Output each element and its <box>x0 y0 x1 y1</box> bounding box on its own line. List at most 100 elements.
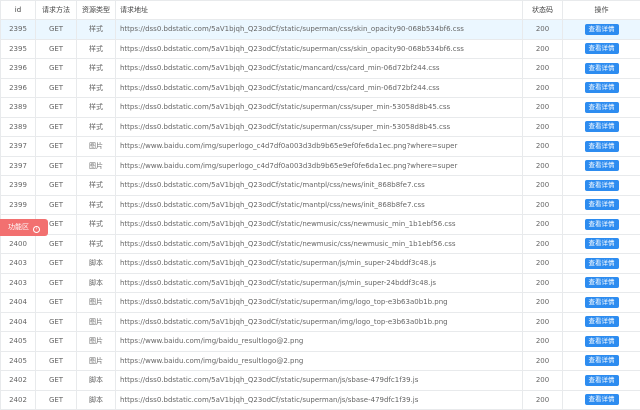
table-row[interactable]: 2404 GET 图片 https://dss0.bdstatic.com/5a… <box>1 312 640 332</box>
table-row[interactable]: 2403 GET 脚本 https://dss0.bdstatic.com/5a… <box>1 273 640 293</box>
cell-type: 样式 <box>77 215 116 235</box>
fab-label: 功能区 <box>8 223 29 231</box>
cell-action: 查看详情 <box>563 312 640 332</box>
cell-action: 查看详情 <box>563 234 640 254</box>
cell-type: 样式 <box>77 39 116 59</box>
cell-method: GET <box>36 78 77 98</box>
cell-id: 2400 <box>1 234 36 254</box>
view-details-button[interactable]: 查看详情 <box>585 199 619 210</box>
view-details-button[interactable]: 查看详情 <box>585 238 619 249</box>
cell-type: 样式 <box>77 234 116 254</box>
cell-id: 2389 <box>1 117 36 137</box>
cell-url: https://dss0.bdstatic.com/5aV1bjqh_Q23od… <box>116 117 523 137</box>
table-row[interactable]: 2405 GET 图片 https://www.baidu.com/img/ba… <box>1 332 640 352</box>
cell-type: 图片 <box>77 312 116 332</box>
cell-type: 图片 <box>77 332 116 352</box>
cell-status: 200 <box>523 176 563 196</box>
cell-status: 200 <box>523 137 563 157</box>
cell-action: 查看详情 <box>563 137 640 157</box>
cell-type: 样式 <box>77 98 116 118</box>
cell-url: https://dss0.bdstatic.com/5aV1bjqh_Q23od… <box>116 254 523 274</box>
cell-action: 查看详情 <box>563 254 640 274</box>
cell-url: https://dss0.bdstatic.com/5aV1bjqh_Q23od… <box>116 273 523 293</box>
cell-id: 2396 <box>1 59 36 79</box>
table-row[interactable]: 2396 GET 样式 https://dss0.bdstatic.com/5a… <box>1 59 640 79</box>
cell-status: 200 <box>523 39 563 59</box>
cell-url: https://dss0.bdstatic.com/5aV1bjqh_Q23od… <box>116 195 523 215</box>
cell-status: 200 <box>523 156 563 176</box>
cell-status: 200 <box>523 215 563 235</box>
cell-status: 200 <box>523 371 563 391</box>
view-details-button[interactable]: 查看详情 <box>585 258 619 269</box>
view-details-button[interactable]: 查看详情 <box>585 180 619 191</box>
cell-method: GET <box>36 39 77 59</box>
cell-type: 样式 <box>77 78 116 98</box>
cell-action: 查看详情 <box>563 176 640 196</box>
cell-method: GET <box>36 59 77 79</box>
cell-method: GET <box>36 371 77 391</box>
view-details-button[interactable]: 查看详情 <box>585 355 619 366</box>
view-details-button[interactable]: 查看详情 <box>585 297 619 308</box>
table-row[interactable]: 2404 GET 图片 https://dss0.bdstatic.com/5a… <box>1 293 640 313</box>
table-row[interactable]: 2400 GET 样式 https://dss0.bdstatic.com/5a… <box>1 215 640 235</box>
view-details-button[interactable]: 查看详情 <box>585 316 619 327</box>
header-id: id <box>1 1 36 20</box>
table-row[interactable]: 2396 GET 样式 https://dss0.bdstatic.com/5a… <box>1 78 640 98</box>
cell-action: 查看详情 <box>563 273 640 293</box>
cell-url: https://dss0.bdstatic.com/5aV1bjqh_Q23od… <box>116 59 523 79</box>
cell-status: 200 <box>523 273 563 293</box>
cell-method: GET <box>36 273 77 293</box>
view-details-button[interactable]: 查看详情 <box>585 336 619 347</box>
view-details-button[interactable]: 查看详情 <box>585 121 619 132</box>
table-row[interactable]: 2399 GET 样式 https://dss0.bdstatic.com/5a… <box>1 176 640 196</box>
view-details-button[interactable]: 查看详情 <box>585 43 619 54</box>
table-row[interactable]: 2395 GET 样式 https://dss0.bdstatic.com/5a… <box>1 20 640 40</box>
cell-method: GET <box>36 234 77 254</box>
view-details-button[interactable]: 查看详情 <box>585 102 619 113</box>
table-row[interactable]: 2403 GET 脚本 https://dss0.bdstatic.com/5a… <box>1 254 640 274</box>
cell-id: 2395 <box>1 39 36 59</box>
view-details-button[interactable]: 查看详情 <box>585 24 619 35</box>
cell-method: GET <box>36 98 77 118</box>
cell-url: https://dss0.bdstatic.com/5aV1bjqh_Q23od… <box>116 293 523 313</box>
request-table: id 请求方法 资源类型 请求地址 状态码 操作 2395 GET 样式 htt… <box>0 0 640 410</box>
cell-url: https://dss0.bdstatic.com/5aV1bjqh_Q23od… <box>116 371 523 391</box>
function-area-button[interactable]: 功能区 › <box>0 219 48 236</box>
table-row[interactable]: 2389 GET 样式 https://dss0.bdstatic.com/5a… <box>1 98 640 118</box>
view-details-button[interactable]: 查看详情 <box>585 141 619 152</box>
table-row[interactable]: 2395 GET 样式 https://dss0.bdstatic.com/5a… <box>1 39 640 59</box>
cell-action: 查看详情 <box>563 293 640 313</box>
cell-action: 查看详情 <box>563 78 640 98</box>
cell-type: 脚本 <box>77 254 116 274</box>
table-row[interactable]: 2405 GET 图片 https://www.baidu.com/img/ba… <box>1 351 640 371</box>
cell-status: 200 <box>523 293 563 313</box>
header-action: 操作 <box>563 1 640 20</box>
view-details-button[interactable]: 查看详情 <box>585 375 619 386</box>
cell-url: https://dss0.bdstatic.com/5aV1bjqh_Q23od… <box>116 78 523 98</box>
cell-status: 200 <box>523 351 563 371</box>
header-method: 请求方法 <box>36 1 77 20</box>
circle-arrow-icon: › <box>33 226 40 233</box>
table-row[interactable]: 2397 GET 图片 https://www.baidu.com/img/su… <box>1 156 640 176</box>
table-row[interactable]: 2402 GET 脚本 https://dss0.bdstatic.com/5a… <box>1 371 640 391</box>
cell-status: 200 <box>523 98 563 118</box>
table-row[interactable]: 2400 GET 样式 https://dss0.bdstatic.com/5a… <box>1 234 640 254</box>
view-details-button[interactable]: 查看详情 <box>585 63 619 74</box>
table-row[interactable]: 2389 GET 样式 https://dss0.bdstatic.com/5a… <box>1 117 640 137</box>
cell-id: 2397 <box>1 137 36 157</box>
view-details-button[interactable]: 查看详情 <box>585 277 619 288</box>
table-row[interactable]: 2399 GET 样式 https://dss0.bdstatic.com/5a… <box>1 195 640 215</box>
view-details-button[interactable]: 查看详情 <box>585 219 619 230</box>
cell-id: 2395 <box>1 20 36 40</box>
cell-url: https://www.baidu.com/img/superlogo_c4d7… <box>116 137 523 157</box>
cell-action: 查看详情 <box>563 20 640 40</box>
cell-action: 查看详情 <box>563 59 640 79</box>
cell-type: 样式 <box>77 195 116 215</box>
cell-url: https://dss0.bdstatic.com/5aV1bjqh_Q23od… <box>116 312 523 332</box>
cell-action: 查看详情 <box>563 351 640 371</box>
table-row[interactable]: 2397 GET 图片 https://www.baidu.com/img/su… <box>1 137 640 157</box>
view-details-button[interactable]: 查看详情 <box>585 82 619 93</box>
cell-type: 样式 <box>77 117 116 137</box>
view-details-button[interactable]: 查看详情 <box>585 160 619 171</box>
cell-type: 图片 <box>77 351 116 371</box>
